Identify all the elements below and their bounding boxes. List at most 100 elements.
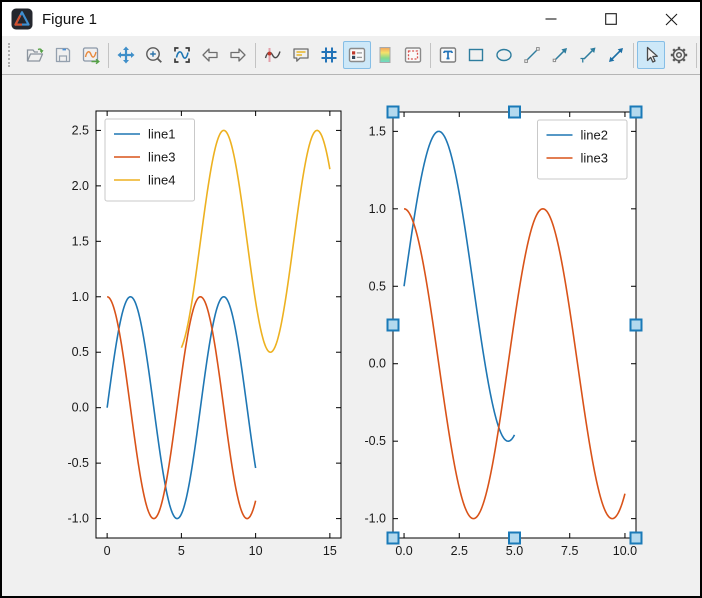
- toolbar-button-region[interactable]: [399, 41, 427, 69]
- toolbar-button-settings[interactable]: [665, 41, 693, 69]
- back-arrow-icon: [200, 45, 220, 65]
- legend-label: line1: [148, 127, 175, 142]
- y-tick-label: -1.0: [364, 512, 386, 526]
- y-tick-label: 1.5: [369, 124, 386, 138]
- line-shape-icon: [522, 45, 542, 65]
- window-controls: [514, 2, 694, 36]
- legend-icon: [347, 45, 367, 65]
- y-tick-label: -0.5: [364, 434, 386, 448]
- selection-handle[interactable]: [631, 107, 642, 118]
- y-tick-label: 1.0: [72, 290, 89, 304]
- toolbar-separator: [696, 43, 697, 68]
- subplot-2: 0.02.55.07.510.0-1.0-0.50.00.51.01.5line…: [364, 107, 641, 559]
- y-tick-label: 1.0: [369, 202, 386, 216]
- toolbar-button-legend[interactable]: [343, 41, 371, 69]
- plots-svg: 051015-1.0-0.50.00.51.01.52.02.5line1lin…: [2, 75, 700, 597]
- toolbar-drag-handle[interactable]: [8, 43, 17, 67]
- toolbar-button-arrow[interactable]: [546, 41, 574, 69]
- x-tick-label: 2.5: [451, 544, 468, 558]
- x-tick-label: 5: [178, 544, 185, 558]
- colormap-icon: [375, 45, 395, 65]
- legend-label: line4: [148, 173, 175, 188]
- selection-handle[interactable]: [388, 320, 399, 331]
- y-tick-label: 1.5: [72, 234, 89, 248]
- toolbar-separator: [108, 43, 109, 68]
- save-icon: [53, 45, 73, 65]
- maximize-icon: [605, 13, 617, 25]
- annotation-bubble-icon: [291, 45, 311, 65]
- x-tick-label: 7.5: [561, 544, 578, 558]
- selection-handle[interactable]: [509, 533, 520, 544]
- minimize-icon: [545, 13, 557, 25]
- curve-marker-icon: [263, 45, 283, 65]
- zoom-in-icon: [144, 45, 164, 65]
- x-tick-label: 5.0: [506, 544, 523, 558]
- close-icon: [665, 13, 678, 26]
- toolbar-button-double-arrow[interactable]: [602, 41, 630, 69]
- toolbar-button-line[interactable]: [518, 41, 546, 69]
- toolbar-button-colormap[interactable]: [371, 41, 399, 69]
- maximize-button[interactable]: [588, 2, 634, 36]
- toolbar-separator: [255, 43, 256, 68]
- legend-label: line3: [148, 150, 175, 165]
- selection-handle[interactable]: [509, 107, 520, 118]
- toolbar-button-rectangle[interactable]: [462, 41, 490, 69]
- open-folder-icon: [25, 45, 45, 65]
- settings-gear-icon: [669, 45, 689, 65]
- ellipse-shape-icon: [494, 45, 514, 65]
- toolbar-separator: [430, 43, 431, 68]
- pan-icon: [116, 45, 136, 65]
- legend-label: line3: [581, 151, 608, 166]
- selection-handle[interactable]: [388, 107, 399, 118]
- figure-canvas[interactable]: 051015-1.0-0.50.00.51.01.52.02.5line1lin…: [2, 75, 700, 597]
- toolbar-button-text[interactable]: [434, 41, 462, 69]
- double-arrow-icon: [606, 45, 626, 65]
- toolbar-button-fit[interactable]: [168, 41, 196, 69]
- toolbar-button-back[interactable]: [196, 41, 224, 69]
- toolbar-button-open[interactable]: [21, 41, 49, 69]
- x-tick-label: 10: [249, 544, 263, 558]
- y-tick-label: 0.5: [72, 345, 89, 359]
- y-tick-label: -1.0: [67, 512, 89, 526]
- toolbar-button-annotation[interactable]: [287, 41, 315, 69]
- y-tick-label: 2.0: [72, 179, 89, 193]
- title-bar: Figure 1: [2, 2, 700, 36]
- text-tool-icon: [438, 45, 458, 65]
- window-title: Figure 1: [42, 11, 97, 28]
- toolbar-button-text-arrow[interactable]: [574, 41, 602, 69]
- rectangle-shape-icon: [466, 45, 486, 65]
- toolbar-button-save[interactable]: [49, 41, 77, 69]
- subplot-1: 051015-1.0-0.50.00.51.01.52.02.5line1lin…: [67, 111, 341, 558]
- forward-arrow-icon: [228, 45, 248, 65]
- text-arrow-icon: [578, 45, 598, 65]
- toolbar: [2, 36, 700, 75]
- toolbar-button-export[interactable]: [77, 41, 105, 69]
- y-tick-label: -0.5: [67, 456, 89, 470]
- legend-label: line2: [581, 128, 608, 143]
- app-logo-icon: [11, 8, 33, 30]
- toolbar-button-zoom[interactable]: [140, 41, 168, 69]
- toolbar-button-curve-marker[interactable]: [259, 41, 287, 69]
- y-tick-label: 0.5: [369, 279, 386, 293]
- dashed-region-icon: [403, 45, 423, 65]
- toolbar-button-grid[interactable]: [315, 41, 343, 69]
- export-plot-icon: [81, 45, 101, 65]
- minimize-button[interactable]: [528, 2, 574, 36]
- selection-handle[interactable]: [631, 533, 642, 544]
- x-tick-label: 0: [104, 544, 111, 558]
- y-tick-label: 0.0: [369, 357, 386, 371]
- selection-handle[interactable]: [388, 533, 399, 544]
- grid-icon: [319, 45, 339, 65]
- toolbar-button-select[interactable]: [637, 41, 665, 69]
- toolbar-separator: [633, 43, 634, 68]
- y-tick-label: 0.0: [72, 401, 89, 415]
- toolbar-button-forward[interactable]: [224, 41, 252, 69]
- y-tick-label: 2.5: [72, 123, 89, 137]
- fit-curve-icon: [172, 45, 192, 65]
- selection-handle[interactable]: [631, 320, 642, 331]
- close-button[interactable]: [648, 2, 694, 36]
- toolbar-button-pan[interactable]: [112, 41, 140, 69]
- toolbar-button-ellipse[interactable]: [490, 41, 518, 69]
- figure-window: Figure 1: [0, 0, 702, 598]
- select-cursor-icon: [641, 45, 661, 65]
